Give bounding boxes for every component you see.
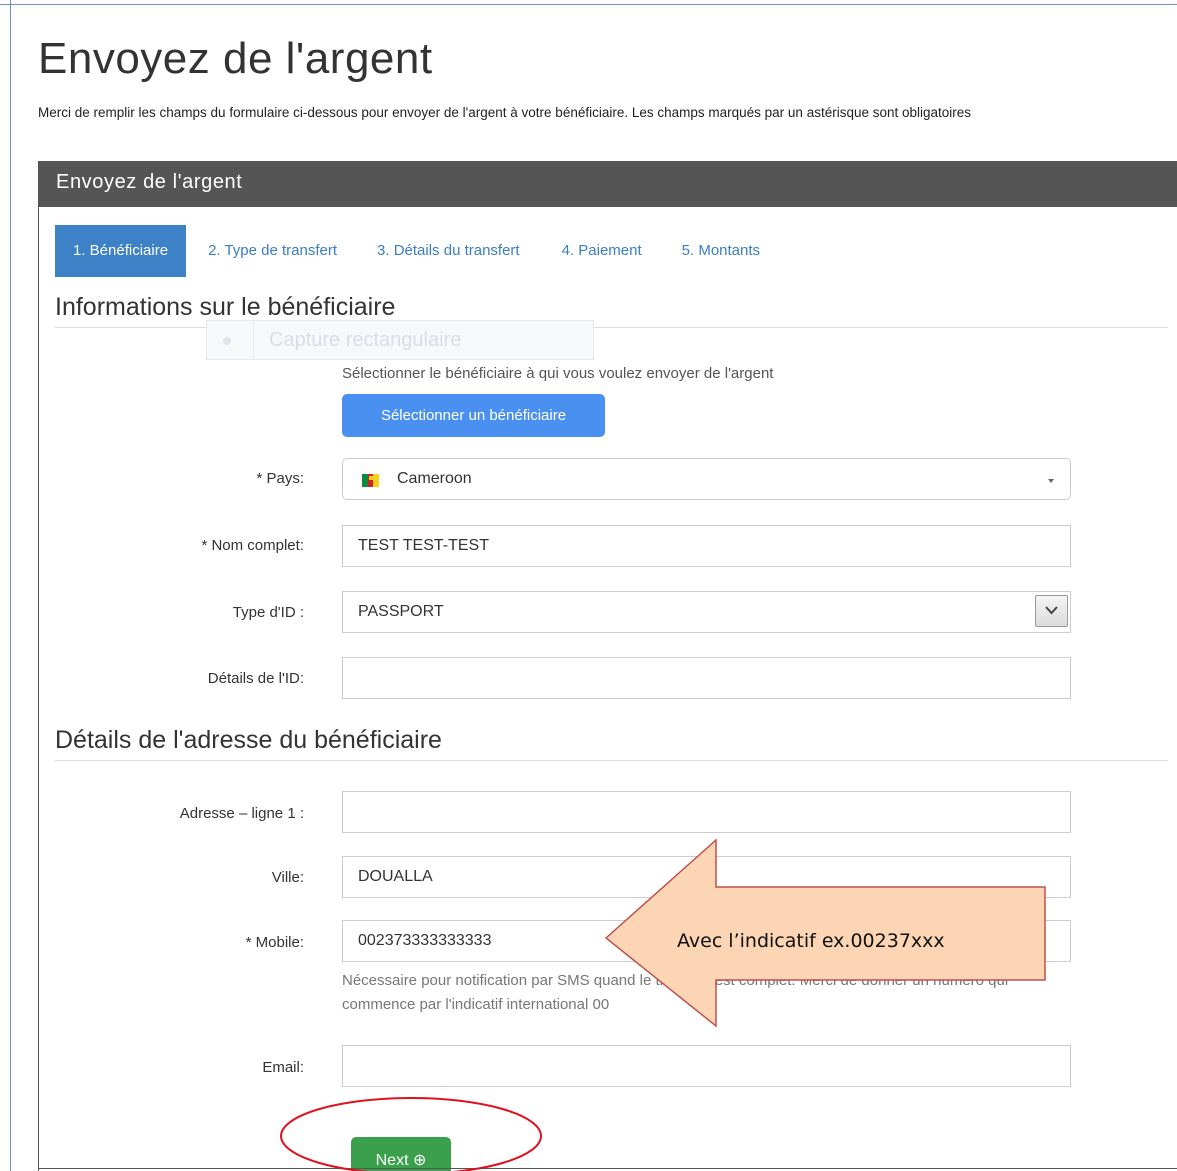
callout-text: Avec l’indicatif ex.00237xxx	[677, 930, 945, 952]
highlight-circle	[280, 1097, 542, 1171]
annotation-overlay	[280, 838, 1046, 1171]
